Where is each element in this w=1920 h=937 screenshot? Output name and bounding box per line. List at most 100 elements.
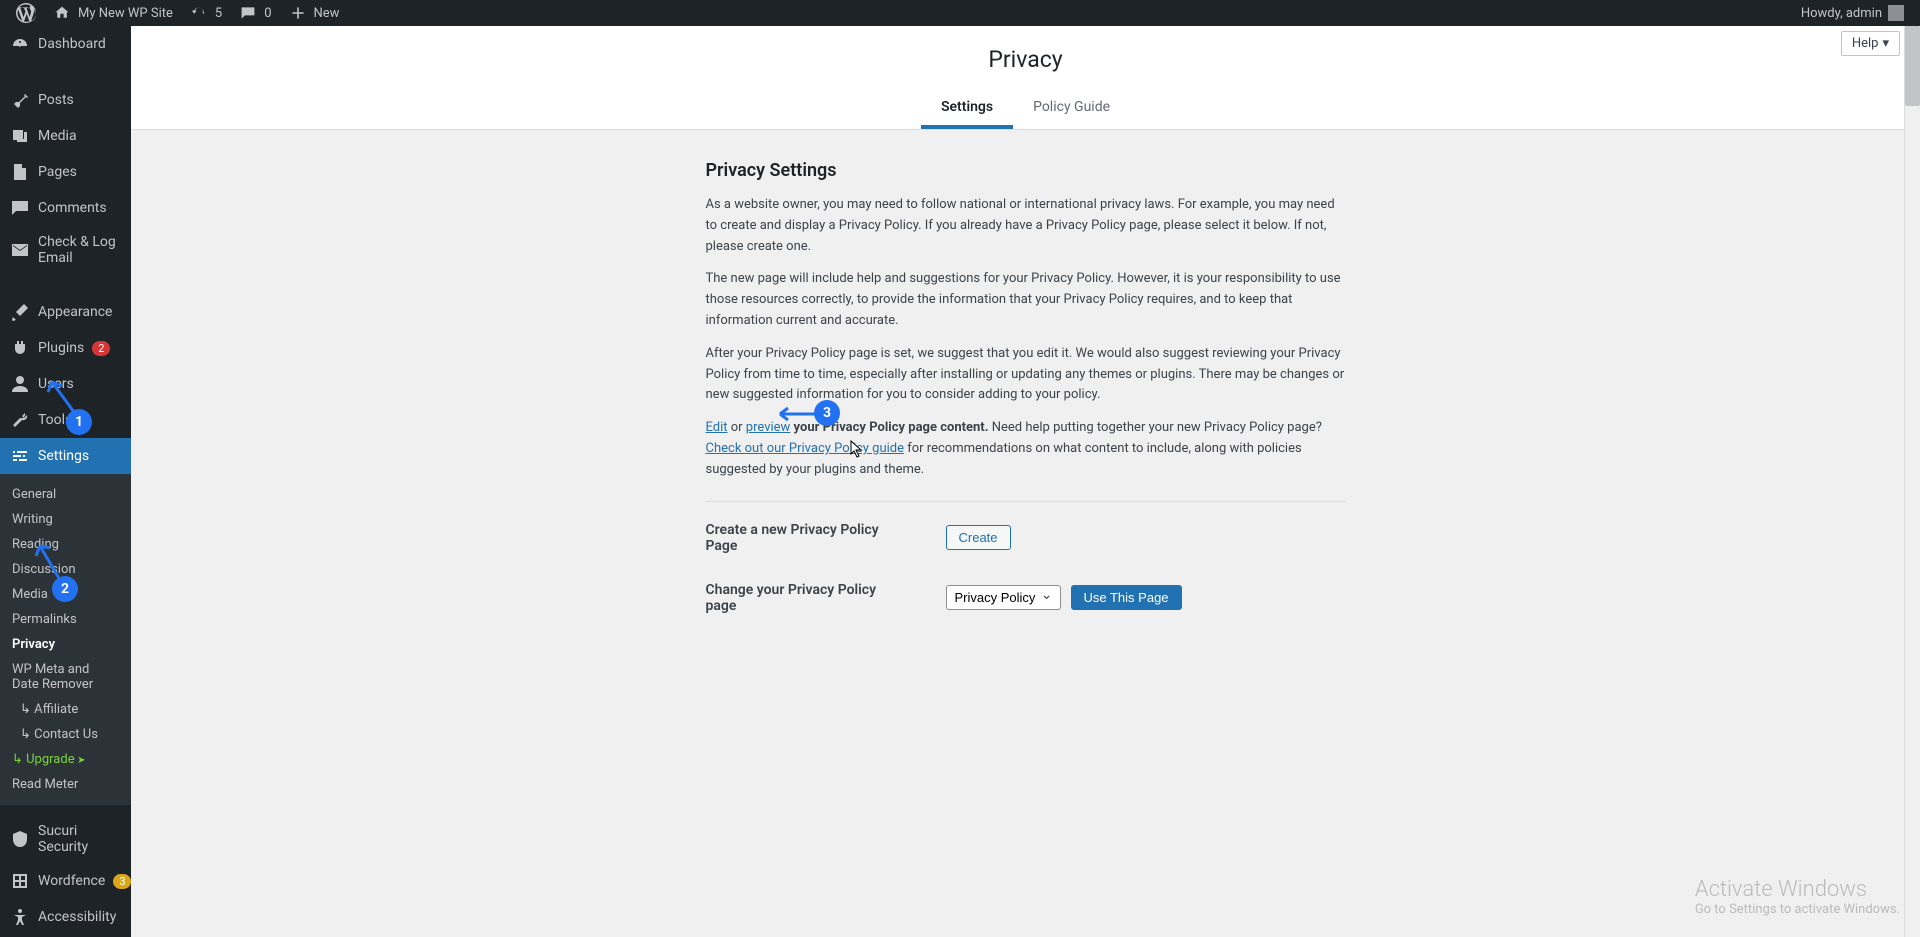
admin-sidebar: Dashboard Posts Media Pages Comments Che… [0,26,131,937]
comments-count: 0 [264,6,271,21]
sidebar-label: Media [38,128,77,144]
tab-settings[interactable]: Settings [921,89,1013,129]
vertical-scrollbar[interactable] [1904,26,1920,937]
sidebar-label: Accessibility [38,909,116,925]
sidebar-item-posts[interactable]: Posts [0,82,131,118]
updates-count: 5 [215,6,222,21]
page-header: Privacy Settings Policy Guide [131,26,1920,130]
sidebar-item-media[interactable]: Media [0,118,131,154]
submenu-upgrade[interactable]: Upgrade [0,747,131,772]
page-title: Privacy [131,46,1920,73]
updates-link[interactable]: 5 [181,0,230,26]
help-label: Help [1852,36,1879,51]
sliders-icon [10,446,30,466]
intro-paragraph-1: As a website owner, you may need to foll… [706,195,1346,257]
avatar-icon [1888,5,1904,21]
guide-link[interactable]: Check out our Privacy Policy guide [706,441,905,456]
scrollbar-thumb[interactable] [1905,26,1920,106]
callout-3: 3 [814,400,840,426]
sidebar-label: Dashboard [38,36,106,52]
sidebar-label: Pages [38,164,77,180]
page-icon [10,162,30,182]
chevron-down-icon: ▾ [1882,36,1889,51]
create-label: Create a new Privacy Policy Page [706,522,906,554]
intro-paragraph-3: After your Privacy Policy page is set, w… [706,344,1346,406]
site-home-link[interactable]: My New WP Site [44,0,181,26]
edit-link[interactable]: Edit [706,420,728,435]
section-title: Privacy Settings [706,160,1346,181]
mail-icon [10,240,30,260]
shield-icon [10,829,30,849]
brush-icon [10,302,30,322]
submenu-contact-us[interactable]: Contact Us [0,722,131,747]
sidebar-item-pages[interactable]: Pages [0,154,131,190]
home-icon [52,3,72,23]
privacy-settings-content: Privacy Settings As a website owner, you… [686,160,1366,614]
submenu-affiliate[interactable]: Affiliate [0,697,131,722]
sidebar-label: Settings [38,448,89,464]
create-page-row: Create a new Privacy Policy Page Create [706,522,1346,554]
help-toggle[interactable]: Help ▾ [1841,31,1900,56]
adminbar-left: My New WP Site 5 0 New [8,0,347,26]
submenu-permalinks[interactable]: Permalinks [0,607,131,632]
adminbar-right: Howdy, admin [1793,0,1912,26]
or-text: or [728,420,746,435]
sidebar-item-wordfence[interactable]: Wordfence 3 [0,863,131,899]
wp-logo-menu[interactable] [8,0,44,26]
site-name: My New WP Site [78,6,173,21]
plugin-update-badge: 2 [92,341,110,356]
submenu-writing[interactable]: Writing [0,507,131,532]
wrench-icon [10,410,30,430]
cursor-icon [850,440,864,462]
submenu-wp-meta-remover[interactable]: WP Meta and Date Remover [0,657,131,697]
submenu-general[interactable]: General [0,482,131,507]
new-content-menu[interactable]: New [280,0,348,26]
callout-1: 1 [66,409,92,435]
settings-submenu: General Writing Reading Discussion Media… [0,474,131,805]
submenu-read-meter[interactable]: Read Meter [0,772,131,797]
sidebar-item-dashboard[interactable]: Dashboard [0,26,131,62]
sidebar-label: Appearance [38,304,112,320]
accessibility-icon [10,907,30,927]
sidebar-item-appearance[interactable]: Appearance [0,294,131,330]
sidebar-label: Posts [38,92,74,108]
sidebar-label: Wordfence [38,873,105,889]
sidebar-label: Sucuri Security [38,823,121,855]
user-icon [10,374,30,394]
sidebar-item-comments[interactable]: Comments [0,190,131,226]
main-content: Help ▾ Privacy Settings Policy Guide Pri… [131,26,1920,937]
plug-icon [10,338,30,358]
sidebar-item-sucuri[interactable]: Sucuri Security [0,815,131,863]
sidebar-item-check-log-email[interactable]: Check & Log Email [0,226,131,274]
sidebar-item-accessibility[interactable]: Accessibility [0,899,131,935]
new-label: New [314,6,340,21]
privacy-page-select[interactable]: Privacy Policy [946,585,1061,610]
pin-icon [10,90,30,110]
comment-icon [238,3,258,23]
sidebar-label: Plugins [38,340,84,356]
use-this-page-button[interactable]: Use This Page [1071,585,1182,610]
admin-toolbar: My New WP Site 5 0 New Howdy, admin [0,0,1920,26]
sidebar-label: Check & Log Email [38,234,121,266]
media-icon [10,126,30,146]
howdy-text: Howdy, admin [1801,6,1882,21]
sidebar-item-settings[interactable]: Settings [0,438,131,474]
intro-paragraph-2: The new page will include help and sugge… [706,269,1346,331]
sidebar-item-plugins[interactable]: Plugins 2 [0,330,131,366]
page-select-wrap: Privacy Policy [946,585,1061,610]
comments-link[interactable]: 0 [230,0,279,26]
windows-activation-watermark: Activate Windows Go to Settings to activ… [1695,877,1900,917]
callout-2: 2 [52,576,78,602]
submenu-privacy[interactable]: Privacy [0,632,131,657]
callout-arrow-3 [774,406,818,422]
change-label: Change your Privacy Policy page [706,582,906,614]
preview-link[interactable]: preview [746,420,791,435]
sidebar-label: Comments [38,200,107,216]
create-button[interactable]: Create [946,525,1011,550]
tab-policy-guide[interactable]: Policy Guide [1013,89,1130,129]
edit-preview-paragraph: Edit or preview your Privacy Policy page… [706,418,1346,480]
wordfence-icon [10,871,30,891]
user-account-menu[interactable]: Howdy, admin [1793,0,1912,26]
help-text: Need help putting together your new Priv… [992,420,1322,435]
watermark-title: Activate Windows [1695,877,1900,902]
